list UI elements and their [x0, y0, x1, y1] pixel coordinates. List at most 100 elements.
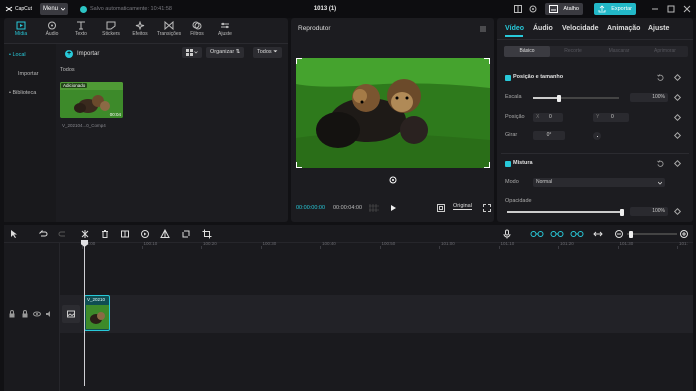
tab-effects[interactable]: Efeitos	[125, 18, 155, 40]
organize-button[interactable]: Organizar ⇅	[206, 47, 245, 58]
position-label: Posição	[505, 114, 525, 120]
menu-button[interactable]: Menu	[40, 3, 68, 15]
tab-text[interactable]: Texto	[66, 18, 96, 40]
keyframe-diamond-icon[interactable]	[673, 73, 682, 82]
opacity-field[interactable]: 100%	[630, 207, 668, 216]
link-main-track-icon[interactable]	[530, 229, 544, 239]
sidenav-local[interactable]: • Local	[9, 52, 26, 58]
plus-icon: +	[65, 50, 73, 58]
fullscreen-icon[interactable]	[483, 204, 491, 212]
player-panel: Reprodutor 00:00:00:00 00:00:04:00 Origi…	[291, 18, 494, 222]
video-clip[interactable]: V_20210	[84, 295, 110, 331]
crop-corner-br[interactable]	[484, 162, 490, 168]
reverse-icon[interactable]	[140, 229, 150, 239]
crop-corner-tl[interactable]	[296, 58, 302, 64]
rotate-field[interactable]: 0°	[533, 131, 565, 140]
scale-keyframe-icon[interactable]	[673, 93, 682, 102]
track-lock-icon-2[interactable]	[21, 310, 29, 318]
subtab-basic[interactable]: Básico	[504, 46, 550, 57]
maximize-icon[interactable]	[666, 4, 676, 14]
rotate-keyframe-icon[interactable]	[673, 131, 682, 140]
tab-media[interactable]: Mídia	[6, 18, 36, 40]
subtab-enhance[interactable]: Aprimorar	[642, 46, 688, 57]
tab-filters[interactable]: Filtros	[182, 18, 212, 40]
hamburger-menu-icon[interactable]	[479, 25, 487, 33]
magnet-snap-icon[interactable]	[550, 229, 564, 239]
minimize-icon[interactable]	[650, 4, 660, 14]
frame-grid-icon[interactable]	[369, 204, 379, 212]
media-thumbnail[interactable]: Adicionado 00:04	[60, 82, 123, 118]
mirror-icon[interactable]	[160, 229, 170, 239]
track-visibility-icon[interactable]	[33, 310, 41, 318]
video-preview[interactable]	[296, 58, 490, 168]
layout-icon[interactable]	[513, 4, 523, 14]
opacity-keyframe-icon[interactable]	[673, 207, 682, 216]
filter-all-button[interactable]: Todos ⏷	[253, 47, 282, 58]
original-ratio-button[interactable]: Original	[453, 203, 472, 210]
zoom-slider-knob[interactable]	[629, 230, 633, 238]
track-lock-icon[interactable]	[8, 310, 16, 318]
freeze-frame-icon[interactable]	[120, 229, 130, 239]
rotate-icon[interactable]	[181, 229, 191, 239]
zoom-slider-track[interactable]	[627, 233, 677, 235]
rotate-handle-icon[interactable]	[389, 176, 397, 184]
mode-select[interactable]: Normal	[533, 178, 665, 187]
opacity-slider-knob[interactable]	[620, 208, 624, 216]
reset-icon[interactable]	[657, 74, 664, 81]
play-icon[interactable]	[389, 204, 397, 212]
blend-reset-icon[interactable]	[657, 160, 664, 167]
tab-stickers[interactable]: Stickers	[96, 18, 126, 40]
undo-icon[interactable]	[38, 229, 48, 239]
settings-icon[interactable]	[528, 4, 538, 14]
position-y-value: 0	[611, 114, 614, 120]
tab-speed[interactable]: Velocidade	[562, 25, 599, 32]
blend-checkbox[interactable]	[505, 161, 511, 167]
split-icon[interactable]	[80, 229, 90, 239]
position-y-field[interactable]: Y 0	[593, 113, 629, 122]
subtab-mask[interactable]: Mascarar	[596, 46, 642, 57]
tab-animation[interactable]: Animação	[607, 25, 640, 32]
ruler-tick-mark	[320, 246, 321, 249]
blend-keyframe-icon[interactable]	[673, 159, 682, 168]
rotate-dial-icon[interactable]	[593, 132, 601, 140]
preview-axis-icon[interactable]	[593, 229, 603, 239]
scale-slider-knob[interactable]	[556, 94, 561, 102]
position-keyframe-icon[interactable]	[673, 113, 682, 122]
microphone-icon[interactable]	[502, 229, 512, 239]
export-button[interactable]: Exportar	[594, 3, 636, 15]
media-panel: Mídia Áudio Texto Stickers Efeitos Trans…	[4, 18, 288, 222]
select-cursor-icon[interactable]	[9, 229, 19, 239]
tab-props-audio[interactable]: Áudio	[533, 25, 553, 32]
tab-props-adjust[interactable]: Ajuste	[648, 25, 669, 32]
rotate-label: Girar	[505, 132, 518, 138]
import-button[interactable]: + Importar	[65, 50, 99, 58]
crop-corner-bl[interactable]	[296, 162, 302, 168]
sidenav-library[interactable]: • Biblioteca	[9, 90, 36, 96]
crop-corner-tr[interactable]	[484, 58, 490, 64]
tab-transitions[interactable]: Transições	[154, 18, 184, 40]
crop-icon[interactable]	[202, 229, 212, 239]
playhead-line[interactable]	[84, 240, 85, 386]
cover-button[interactable]	[62, 305, 80, 323]
app-name: CapCut	[15, 6, 32, 12]
tab-adjust[interactable]: Ajuste	[210, 18, 240, 40]
close-icon[interactable]	[682, 4, 692, 14]
delete-icon[interactable]	[100, 229, 110, 239]
redo-icon[interactable]	[58, 229, 68, 239]
shortcut-button[interactable]: Atalho	[545, 3, 583, 15]
sidenav-import[interactable]: Importar	[18, 71, 38, 77]
position-x-field[interactable]: X 0	[533, 113, 563, 122]
zoom-out-icon[interactable]	[614, 229, 624, 239]
subtab-crop[interactable]: Recorte	[550, 46, 596, 57]
position-size-checkbox[interactable]	[505, 75, 511, 81]
tab-audio[interactable]: Áudio	[37, 18, 67, 40]
zoom-in-icon[interactable]	[679, 229, 689, 239]
tab-video[interactable]: Vídeo	[505, 25, 524, 32]
scale-field[interactable]: 100%	[630, 93, 668, 102]
fit-screen-icon[interactable]	[437, 204, 445, 212]
track-mute-icon[interactable]	[45, 310, 53, 318]
player-title: Reprodutor	[298, 25, 331, 32]
subtab-bar: Básico Recorte Mascarar Aprimorar	[504, 46, 688, 57]
view-toggle-button[interactable]	[182, 47, 202, 58]
linkage-icon[interactable]	[570, 229, 584, 239]
